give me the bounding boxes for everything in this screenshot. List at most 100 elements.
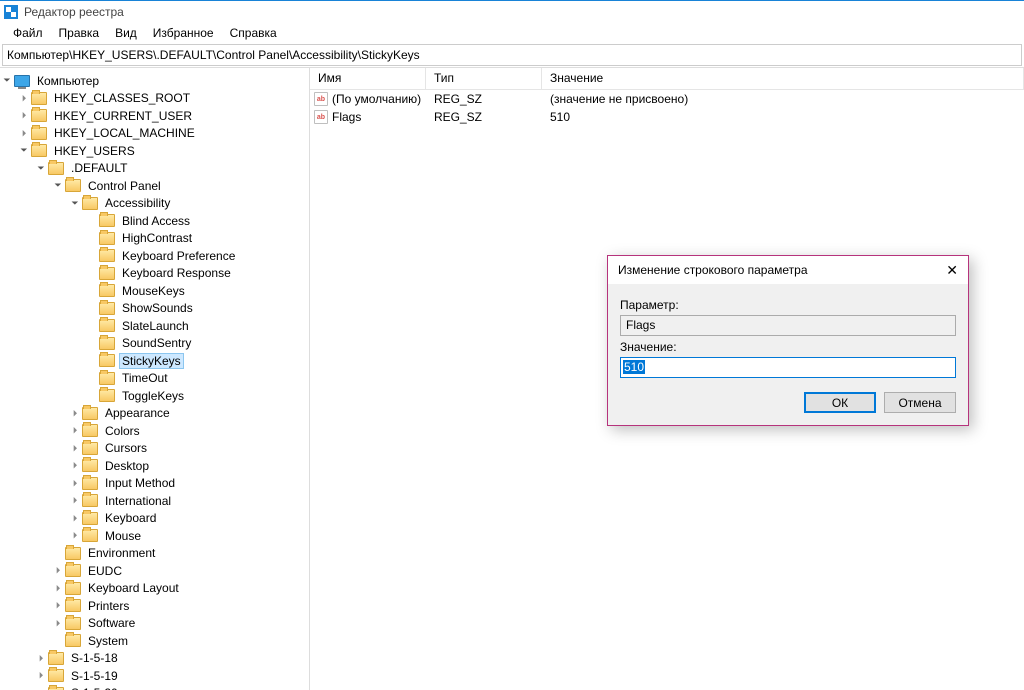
tree-label: MouseKeys — [119, 283, 188, 299]
tree-label: Cursors — [102, 440, 150, 456]
param-label: Параметр: — [620, 298, 956, 312]
chevron-right-icon[interactable]: ⏵ — [34, 653, 48, 664]
tree-highcontrast[interactable]: HighContrast — [0, 230, 309, 248]
chevron-right-icon[interactable]: ⏵ — [51, 565, 65, 576]
tree-item[interactable]: ⏵International — [0, 492, 309, 510]
tree-timeout[interactable]: TimeOut — [0, 370, 309, 388]
chevron-right-icon[interactable]: ⏵ — [68, 408, 82, 419]
chevron-right-icon[interactable]: ⏵ — [17, 110, 31, 121]
tree-item[interactable]: ⏵S-1-5-18 — [0, 650, 309, 668]
tree-item[interactable]: ⏷Accessibility — [0, 195, 309, 213]
tree-item[interactable]: ⏵Software — [0, 615, 309, 633]
list-row[interactable]: abFlagsREG_SZ510 — [310, 108, 1024, 126]
tree-keyboard-response[interactable]: Keyboard Response — [0, 265, 309, 283]
chevron-down-icon[interactable]: ⏷ — [0, 75, 14, 86]
col-type[interactable]: Тип — [426, 68, 542, 89]
tree-item[interactable]: ⏵HKEY_CLASSES_ROOT — [0, 90, 309, 108]
tree-togglekeys[interactable]: ToggleKeys — [0, 387, 309, 405]
tree-item[interactable]: ⏵Desktop — [0, 457, 309, 475]
menu-file[interactable]: Файл — [6, 24, 50, 42]
dialog-title-bar[interactable]: Изменение строкового параметра ✕ — [608, 256, 968, 284]
tree-item[interactable]: ⏵Mouse — [0, 527, 309, 545]
chevron-right-icon[interactable]: ⏵ — [51, 600, 65, 611]
folder-icon — [99, 232, 115, 245]
menu-edit[interactable]: Правка — [52, 24, 107, 42]
menu-view[interactable]: Вид — [108, 24, 144, 42]
col-name[interactable]: Имя — [310, 68, 426, 89]
address-bar[interactable]: Компьютер\HKEY_USERS\.DEFAULT\Control Pa… — [2, 44, 1022, 66]
tree-item[interactable]: ⏵Keyboard — [0, 510, 309, 528]
tree-item[interactable]: ⏷ HKEY_USERS — [0, 142, 309, 160]
list-row[interactable]: ab(По умолчанию)REG_SZ(значение не присв… — [310, 90, 1024, 108]
tree-label: HighContrast — [119, 230, 195, 246]
chevron-right-icon[interactable]: ⏵ — [68, 530, 82, 541]
chevron-right-icon[interactable]: ⏵ — [34, 670, 48, 681]
tree-label: ToggleKeys — [119, 388, 187, 404]
chevron-right-icon[interactable]: ⏵ — [51, 618, 65, 629]
tree-item[interactable]: ⏵ Cursors — [0, 440, 309, 458]
tree-keyboard-preference[interactable]: Keyboard Preference — [0, 247, 309, 265]
tree-item[interactable]: ⏷Control Panel — [0, 177, 309, 195]
close-icon[interactable]: ✕ — [946, 262, 958, 279]
chevron-right-icon[interactable]: ⏵ — [68, 425, 82, 436]
chevron-down-icon[interactable]: ⏷ — [51, 180, 65, 191]
tree-item[interactable]: ⏵S-1-5-20 — [0, 685, 309, 690]
col-value[interactable]: Значение — [542, 68, 1024, 89]
tree-item[interactable]: ⏵HKEY_CURRENT_USER — [0, 107, 309, 125]
tree-mousekeys[interactable]: MouseKeys — [0, 282, 309, 300]
tree-label: Input Method — [102, 475, 178, 491]
tree-slatelaunch[interactable]: SlateLaunch — [0, 317, 309, 335]
folder-icon — [31, 144, 47, 157]
chevron-right-icon[interactable]: ⏵ — [51, 583, 65, 594]
folder-icon — [48, 162, 64, 175]
tree-item[interactable]: ⏵Keyboard Layout — [0, 580, 309, 598]
folder-icon — [82, 442, 98, 455]
edit-string-dialog: Изменение строкового параметра ✕ Парамет… — [607, 255, 969, 426]
tree-item[interactable]: ⏷.DEFAULT — [0, 160, 309, 178]
tree-item[interactable]: System — [0, 632, 309, 650]
menu-help[interactable]: Справка — [223, 24, 284, 42]
tree-item[interactable]: ⏵Appearance — [0, 405, 309, 423]
cancel-button[interactable]: Отмена — [884, 392, 956, 413]
tree-item[interactable]: ⏵HKEY_LOCAL_MACHINE — [0, 125, 309, 143]
chevron-right-icon[interactable]: ⏵ — [17, 93, 31, 104]
menu-favorites[interactable]: Избранное — [146, 24, 221, 42]
chevron-down-icon[interactable]: ⏷ — [68, 198, 82, 209]
chevron-right-icon[interactable]: ⏵ — [68, 443, 82, 454]
folder-icon — [99, 389, 115, 402]
tree-label: HKEY_USERS — [51, 143, 138, 159]
tree-item[interactable]: ⏵ Printers — [0, 597, 309, 615]
tree-item[interactable]: Environment — [0, 545, 309, 563]
tree-item[interactable]: ⏵S-1-5-19 — [0, 667, 309, 685]
tree-item[interactable]: ⏵ Colors — [0, 422, 309, 440]
chevron-right-icon[interactable]: ⏵ — [68, 460, 82, 471]
app-icon — [4, 5, 18, 19]
tree-showsounds[interactable]: ShowSounds — [0, 300, 309, 318]
tree-item[interactable]: ⏵EUDC — [0, 562, 309, 580]
param-field: Flags — [620, 315, 956, 336]
chevron-right-icon[interactable]: ⏵ — [17, 128, 31, 139]
tree-item[interactable]: ⏵ Input Method — [0, 475, 309, 493]
tree-soundsentry[interactable]: SoundSentry — [0, 335, 309, 353]
folder-icon — [65, 617, 81, 630]
ok-button[interactable]: ОК — [804, 392, 876, 413]
computer-icon — [14, 75, 30, 87]
chevron-right-icon[interactable]: ⏵ — [68, 513, 82, 524]
value-field[interactable]: 510 — [620, 357, 956, 378]
tree-blind-access[interactable]: Blind Access — [0, 212, 309, 230]
chevron-down-icon[interactable]: ⏷ — [17, 145, 31, 156]
tree-view[interactable]: ⏷Компьютер⏵HKEY_CLASSES_ROOT⏵HKEY_CURREN… — [0, 68, 310, 690]
tree-label: Printers — [85, 598, 132, 614]
folder-icon — [99, 284, 115, 297]
folder-icon — [99, 337, 115, 350]
tree-stickykeys[interactable]: StickyKeys — [0, 352, 309, 370]
tree-label: ShowSounds — [119, 300, 196, 316]
tree-computer[interactable]: ⏷Компьютер — [0, 72, 309, 90]
tree-label: Colors — [102, 423, 143, 439]
folder-icon — [82, 477, 98, 490]
chevron-down-icon[interactable]: ⏷ — [34, 163, 48, 174]
chevron-right-icon[interactable]: ⏵ — [68, 495, 82, 506]
chevron-right-icon[interactable]: ⏵ — [68, 478, 82, 489]
folder-icon — [48, 669, 64, 682]
folder-icon — [99, 249, 115, 262]
